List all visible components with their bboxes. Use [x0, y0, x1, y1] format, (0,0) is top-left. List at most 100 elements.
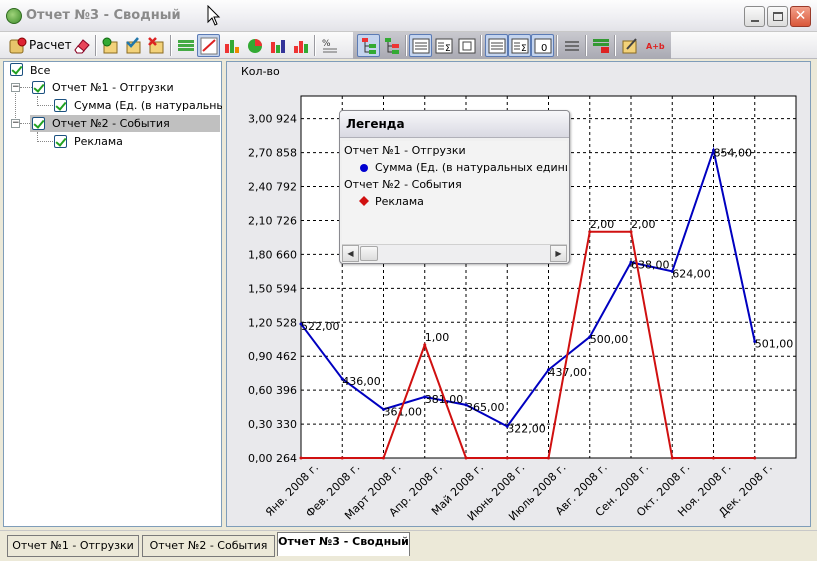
legend-group-label: Отчет №2 - События: [344, 178, 462, 191]
calc-button[interactable]: Расчет: [29, 38, 72, 59]
maximize-icon: [773, 12, 783, 21]
tree-expand-icon[interactable]: [359, 36, 379, 56]
data-label: 500,00: [590, 333, 629, 346]
check-report-icon[interactable]: [124, 36, 144, 56]
y-axis-label: Кол-во: [241, 65, 280, 78]
tab-report-1[interactable]: Отчет №1 - Отгрузки: [7, 535, 139, 557]
tree-item-report-2[interactable]: Отчет №2 - События: [30, 115, 220, 132]
svg-text:Σ: Σ: [445, 44, 451, 54]
y-tick-label: 1,80 660: [248, 248, 297, 261]
close-button[interactable]: ✕: [790, 6, 811, 27]
y-tick-label: 1,50 594: [248, 282, 297, 295]
mouse-cursor-icon: [207, 5, 221, 26]
tree-checkbox[interactable]: [32, 117, 45, 130]
scroll-left-icon[interactable]: ◀: [342, 245, 359, 262]
svg-text:%: %: [322, 39, 331, 49]
data-label: 2,00: [631, 218, 656, 231]
edit-icon[interactable]: [620, 36, 640, 56]
legend-group-label: Отчет №1 - Отгрузки: [344, 144, 466, 157]
eraser-icon[interactable]: [72, 36, 92, 56]
data-label: 522,00: [301, 320, 340, 333]
stacked-bar-icon[interactable]: [268, 36, 288, 56]
legend-window[interactable]: Легенда Отчет №1 - Отгрузки Сумма (Ед. (…: [339, 110, 570, 264]
tree-item-label: Отчет №2 - События: [52, 117, 170, 130]
data-label: 1,00: [425, 331, 450, 344]
data-label: 365,00: [466, 401, 505, 414]
y-tick-label: 0,30 330: [248, 418, 297, 431]
svg-text:Σ: Σ: [521, 44, 527, 54]
toolbar: Расчет % Σ Σ 0 A+b: [0, 32, 817, 59]
data-point: [382, 456, 385, 460]
title-bar: Отчет №3 - Сводный ✕: [0, 0, 817, 32]
maximize-button[interactable]: [767, 6, 788, 27]
data-label: 624,00: [672, 267, 711, 280]
minimize-icon: [751, 20, 759, 22]
data-point: [299, 456, 303, 460]
delete-report-icon[interactable]: [147, 36, 167, 56]
table-view-icon[interactable]: [176, 36, 196, 56]
number-format-icon[interactable]: 0: [533, 36, 553, 56]
tree-expander[interactable]: −: [11, 119, 20, 128]
line-chart-icon[interactable]: [199, 36, 219, 56]
tree-checkbox[interactable]: [54, 99, 67, 112]
tree-item-label: Отчет №1 - Отгрузки: [52, 81, 174, 94]
tree-item-sum[interactable]: Сумма (Ед. (в натуральных единицах): [52, 97, 222, 114]
svg-text:0: 0: [541, 43, 547, 54]
legend-marker-diamond: [359, 196, 369, 206]
y-tick-label: 2,10 726: [248, 214, 297, 227]
legend-entry: Сумма (Ед. (в натуральных единицах): [375, 161, 567, 174]
sum-icon[interactable]: Σ: [434, 36, 454, 56]
percent-icon[interactable]: %: [320, 36, 340, 56]
svg-text:A+b: A+b: [646, 42, 665, 51]
minimize-button[interactable]: [744, 6, 765, 27]
align-left-icon[interactable]: [411, 36, 431, 56]
y-tick-label: 1,20 528: [248, 316, 297, 329]
tree-item-label: Реклама: [74, 135, 123, 148]
y-tick-label: 0,90 462: [248, 350, 297, 363]
sum-columns-icon[interactable]: Σ: [510, 36, 530, 56]
tree-collapse-icon[interactable]: [382, 36, 402, 56]
data-label: 322,00: [507, 422, 546, 435]
report-tree: Все − Отчет №1 - Отгрузки Сумма (Ед. (в …: [3, 61, 222, 527]
y-tick-label: 0,00 264: [248, 452, 297, 465]
grid-color-icon[interactable]: [591, 36, 611, 56]
data-point: [670, 456, 674, 460]
legend-entry: Реклама: [375, 195, 424, 208]
scroll-right-icon[interactable]: ▶: [550, 245, 567, 262]
data-label: 854,00: [714, 146, 753, 159]
legend-scrollbar[interactable]: ◀ ▶: [342, 244, 567, 262]
data-label: 501,00: [755, 337, 794, 350]
align-justify-icon[interactable]: [487, 36, 507, 56]
y-tick-label: 2,70 858: [248, 147, 297, 160]
data-label: 436,00: [342, 375, 381, 388]
text-format-icon[interactable]: A+b: [645, 36, 665, 56]
pie-chart-icon[interactable]: [245, 36, 265, 56]
add-report-icon[interactable]: [101, 36, 121, 56]
area-chart-icon[interactable]: [291, 36, 311, 56]
close-icon: ✕: [794, 8, 807, 24]
tree-checkbox[interactable]: [32, 81, 45, 94]
data-label: 437,00: [549, 366, 588, 379]
lines-icon[interactable]: [562, 36, 582, 56]
align-center-icon[interactable]: [457, 36, 477, 56]
data-point: [712, 456, 715, 460]
calc-icon[interactable]: [8, 36, 28, 56]
tree-item-label: Все: [30, 64, 51, 77]
tab-report-2[interactable]: Отчет №2 - События: [142, 535, 275, 557]
data-point: [753, 456, 757, 460]
data-point: [464, 456, 468, 460]
data-point: [547, 456, 550, 460]
bar-chart-icon[interactable]: [222, 36, 242, 56]
legend-marker-circle: [360, 164, 368, 172]
tree-expander[interactable]: −: [11, 83, 20, 92]
scroll-thumb[interactable]: [360, 246, 378, 261]
tree-item-label: Сумма (Ед. (в натуральных единицах): [74, 99, 222, 112]
report-tabs: Отчет №1 - Отгрузки Отчет №2 - События О…: [0, 530, 817, 561]
tree-checkbox[interactable]: [54, 135, 67, 148]
tab-report-3[interactable]: Отчет №3 - Сводный: [277, 532, 410, 556]
tree-checkbox[interactable]: [10, 63, 23, 76]
y-tick-label: 3,00 924: [248, 113, 297, 126]
window-title: Отчет №3 - Сводный: [26, 8, 181, 23]
y-tick-label: 2,40 792: [248, 181, 297, 194]
legend-title: Легенда: [340, 111, 569, 138]
